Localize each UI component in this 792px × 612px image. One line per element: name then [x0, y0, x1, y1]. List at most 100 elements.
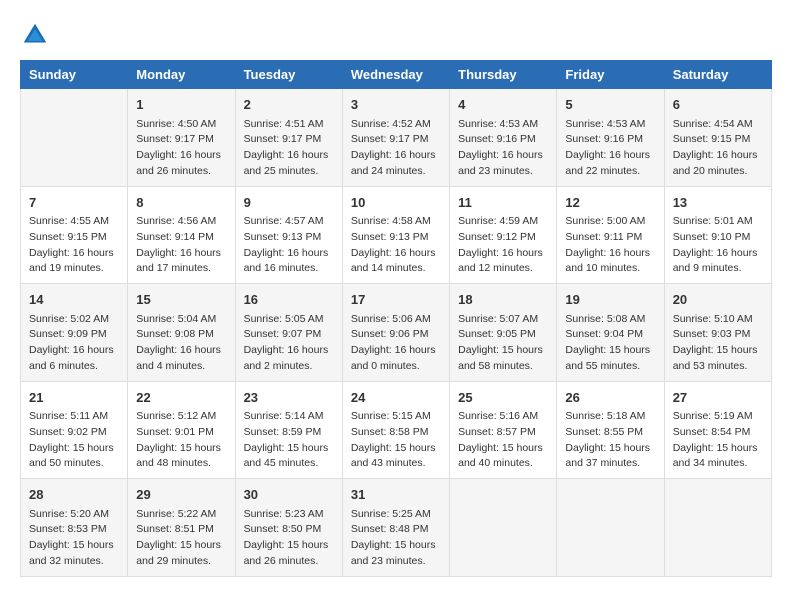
day-info: Sunrise: 4:54 AM	[673, 117, 763, 133]
day-number: 18	[458, 290, 548, 310]
day-info: Daylight: 15 hours	[29, 538, 119, 554]
day-info: and 16 minutes.	[244, 261, 334, 277]
day-info: and 25 minutes.	[244, 164, 334, 180]
calendar-cell: 23Sunrise: 5:14 AMSunset: 8:59 PMDayligh…	[235, 381, 342, 479]
day-info: Sunset: 8:53 PM	[29, 522, 119, 538]
calendar-cell: 24Sunrise: 5:15 AMSunset: 8:58 PMDayligh…	[342, 381, 449, 479]
day-info: Daylight: 15 hours	[673, 441, 763, 457]
day-info: Sunrise: 4:52 AM	[351, 117, 441, 133]
day-info: and 9 minutes.	[673, 261, 763, 277]
day-info: and 53 minutes.	[673, 359, 763, 375]
day-info: Daylight: 16 hours	[29, 343, 119, 359]
calendar-cell: 30Sunrise: 5:23 AMSunset: 8:50 PMDayligh…	[235, 479, 342, 577]
day-info: Sunset: 9:05 PM	[458, 327, 548, 343]
day-info: Sunset: 9:10 PM	[673, 230, 763, 246]
day-info: Sunrise: 5:08 AM	[565, 312, 655, 328]
day-number: 24	[351, 388, 441, 408]
day-info: and 2 minutes.	[244, 359, 334, 375]
day-info: Sunset: 8:50 PM	[244, 522, 334, 538]
day-number: 23	[244, 388, 334, 408]
calendar-cell: 25Sunrise: 5:16 AMSunset: 8:57 PMDayligh…	[450, 381, 557, 479]
day-info: and 45 minutes.	[244, 456, 334, 472]
day-info: Sunrise: 5:20 AM	[29, 507, 119, 523]
day-info: Sunrise: 4:59 AM	[458, 214, 548, 230]
day-info: Daylight: 15 hours	[136, 538, 226, 554]
day-number: 20	[673, 290, 763, 310]
day-number: 5	[565, 95, 655, 115]
day-info: and 0 minutes.	[351, 359, 441, 375]
day-info: Sunrise: 5:07 AM	[458, 312, 548, 328]
day-info: Sunset: 8:59 PM	[244, 425, 334, 441]
calendar-cell: 7Sunrise: 4:55 AMSunset: 9:15 PMDaylight…	[21, 186, 128, 284]
calendar-cell: 8Sunrise: 4:56 AMSunset: 9:14 PMDaylight…	[128, 186, 235, 284]
header-section	[20, 20, 772, 50]
day-info: and 26 minutes.	[244, 554, 334, 570]
day-number: 30	[244, 485, 334, 505]
calendar-cell: 31Sunrise: 5:25 AMSunset: 8:48 PMDayligh…	[342, 479, 449, 577]
day-info: Daylight: 16 hours	[136, 246, 226, 262]
calendar-cell	[557, 479, 664, 577]
day-number: 1	[136, 95, 226, 115]
day-info: Daylight: 16 hours	[565, 148, 655, 164]
day-info: Sunset: 9:17 PM	[136, 132, 226, 148]
calendar-cell: 3Sunrise: 4:52 AMSunset: 9:17 PMDaylight…	[342, 89, 449, 187]
day-number: 28	[29, 485, 119, 505]
day-info: and 37 minutes.	[565, 456, 655, 472]
calendar-cell: 13Sunrise: 5:01 AMSunset: 9:10 PMDayligh…	[664, 186, 771, 284]
day-info: Sunrise: 5:14 AM	[244, 409, 334, 425]
day-info: Sunrise: 5:04 AM	[136, 312, 226, 328]
day-info: and 40 minutes.	[458, 456, 548, 472]
column-header-saturday: Saturday	[664, 61, 771, 89]
day-info: Daylight: 16 hours	[136, 343, 226, 359]
calendar-cell	[21, 89, 128, 187]
day-number: 17	[351, 290, 441, 310]
calendar-cell: 15Sunrise: 5:04 AMSunset: 9:08 PMDayligh…	[128, 284, 235, 382]
day-info: Sunrise: 5:22 AM	[136, 507, 226, 523]
day-info: Sunrise: 5:00 AM	[565, 214, 655, 230]
day-info: Sunrise: 5:06 AM	[351, 312, 441, 328]
day-info: and 43 minutes.	[351, 456, 441, 472]
day-info: Sunrise: 4:53 AM	[458, 117, 548, 133]
day-info: Daylight: 16 hours	[136, 148, 226, 164]
day-info: Sunrise: 5:11 AM	[29, 409, 119, 425]
day-info: Sunset: 9:15 PM	[673, 132, 763, 148]
calendar-cell: 29Sunrise: 5:22 AMSunset: 8:51 PMDayligh…	[128, 479, 235, 577]
day-info: and 58 minutes.	[458, 359, 548, 375]
day-number: 12	[565, 193, 655, 213]
day-info: Daylight: 15 hours	[458, 343, 548, 359]
day-info: Daylight: 16 hours	[244, 148, 334, 164]
day-number: 26	[565, 388, 655, 408]
day-info: Sunrise: 4:55 AM	[29, 214, 119, 230]
week-row-2: 7Sunrise: 4:55 AMSunset: 9:15 PMDaylight…	[21, 186, 772, 284]
day-info: and 29 minutes.	[136, 554, 226, 570]
day-number: 16	[244, 290, 334, 310]
week-row-5: 28Sunrise: 5:20 AMSunset: 8:53 PMDayligh…	[21, 479, 772, 577]
column-header-tuesday: Tuesday	[235, 61, 342, 89]
column-header-monday: Monday	[128, 61, 235, 89]
day-number: 3	[351, 95, 441, 115]
day-info: Sunrise: 4:58 AM	[351, 214, 441, 230]
day-info: Sunset: 9:02 PM	[29, 425, 119, 441]
day-info: Sunrise: 4:56 AM	[136, 214, 226, 230]
calendar-cell: 4Sunrise: 4:53 AMSunset: 9:16 PMDaylight…	[450, 89, 557, 187]
calendar-cell: 2Sunrise: 4:51 AMSunset: 9:17 PMDaylight…	[235, 89, 342, 187]
day-info: Daylight: 16 hours	[351, 246, 441, 262]
calendar-cell: 9Sunrise: 4:57 AMSunset: 9:13 PMDaylight…	[235, 186, 342, 284]
day-info: Daylight: 15 hours	[244, 538, 334, 554]
day-info: Sunrise: 5:15 AM	[351, 409, 441, 425]
day-info: and 26 minutes.	[136, 164, 226, 180]
calendar-cell: 28 Sunrise: 5:20 AMSunset: 8:53 PMDayligh…	[21, 479, 128, 577]
week-row-1: 1Sunrise: 4:50 AMSunset: 9:17 PMDaylight…	[21, 89, 772, 187]
calendar-cell: 21Sunrise: 5:11 AMSunset: 9:02 PMDayligh…	[21, 381, 128, 479]
day-info: Daylight: 15 hours	[351, 441, 441, 457]
day-info: Sunset: 9:08 PM	[136, 327, 226, 343]
day-info: Sunset: 9:09 PM	[29, 327, 119, 343]
day-info: and 19 minutes.	[29, 261, 119, 277]
day-info: Daylight: 16 hours	[673, 246, 763, 262]
day-number: 10	[351, 193, 441, 213]
calendar-cell: 1Sunrise: 4:50 AMSunset: 9:17 PMDaylight…	[128, 89, 235, 187]
day-number: 2	[244, 95, 334, 115]
day-info: Daylight: 16 hours	[351, 343, 441, 359]
day-info: Sunrise: 4:57 AM	[244, 214, 334, 230]
logo	[20, 20, 54, 50]
